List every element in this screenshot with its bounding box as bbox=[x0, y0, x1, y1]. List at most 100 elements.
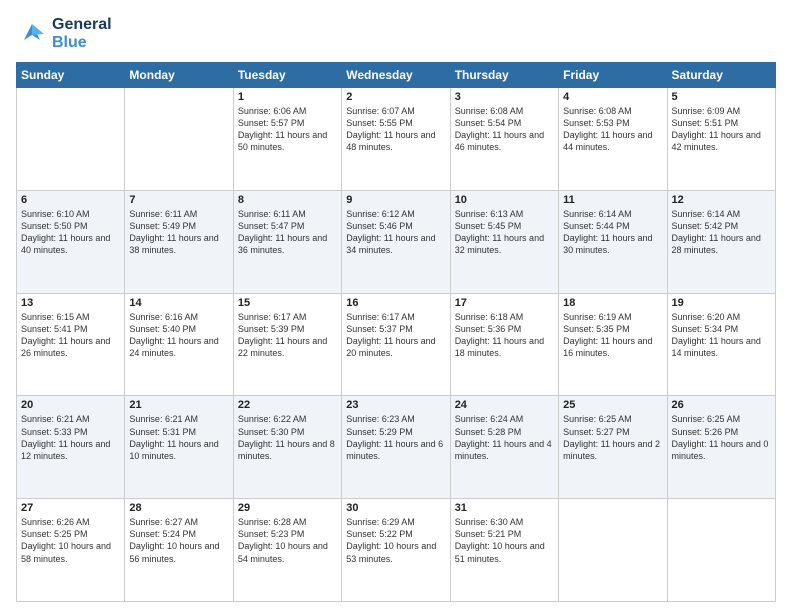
day-number: 23 bbox=[346, 399, 445, 411]
calendar-cell: 10 Sunrise: 6:13 AMSunset: 5:45 PMDayligh… bbox=[450, 190, 558, 293]
cell-details: Sunrise: 6:29 AMSunset: 5:22 PMDaylight:… bbox=[346, 516, 445, 565]
calendar-week-2: 6 Sunrise: 6:10 AMSunset: 5:50 PMDaylight… bbox=[17, 190, 776, 293]
calendar-cell: 20 Sunrise: 6:21 AMSunset: 5:33 PMDayligh… bbox=[17, 396, 125, 499]
calendar-table: SundayMondayTuesdayWednesdayThursdayFrid… bbox=[16, 62, 776, 602]
calendar-cell: 12 Sunrise: 6:14 AMSunset: 5:42 PMDayligh… bbox=[667, 190, 775, 293]
calendar-cell: 15 Sunrise: 6:17 AMSunset: 5:39 PMDayligh… bbox=[233, 293, 341, 396]
calendar-cell: 26 Sunrise: 6:25 AMSunset: 5:26 PMDayligh… bbox=[667, 396, 775, 499]
calendar-week-4: 20 Sunrise: 6:21 AMSunset: 5:33 PMDayligh… bbox=[17, 396, 776, 499]
cell-details: Sunrise: 6:17 AMSunset: 5:37 PMDaylight:… bbox=[346, 311, 445, 360]
calendar-week-1: 1Sunrise: 6:06 AMSunset: 5:57 PMDaylight… bbox=[17, 88, 776, 191]
calendar-cell: 16 Sunrise: 6:17 AMSunset: 5:37 PMDayligh… bbox=[342, 293, 450, 396]
calendar-cell: 19 Sunrise: 6:20 AMSunset: 5:34 PMDayligh… bbox=[667, 293, 775, 396]
day-number: 17 bbox=[455, 297, 554, 309]
cell-details: Sunrise: 6:22 AMSunset: 5:30 PMDaylight:… bbox=[238, 413, 337, 462]
cell-details: Sunrise: 6:17 AMSunset: 5:39 PMDaylight:… bbox=[238, 311, 337, 360]
day-number: 3 bbox=[455, 91, 554, 103]
day-number: 5 bbox=[672, 91, 771, 103]
calendar-week-5: 27 Sunrise: 6:26 AMSunset: 5:25 PMDayligh… bbox=[17, 499, 776, 602]
cell-details: Sunrise: 6:10 AMSunset: 5:50 PMDaylight:… bbox=[21, 208, 120, 257]
logo: General Blue bbox=[16, 16, 112, 52]
cell-details: Sunrise: 6:28 AMSunset: 5:23 PMDaylight:… bbox=[238, 516, 337, 565]
page: General Blue SundayMondayTuesdayWednesda… bbox=[0, 0, 792, 612]
cell-details: Sunrise: 6:26 AMSunset: 5:25 PMDaylight:… bbox=[21, 516, 120, 565]
calendar-cell: 6 Sunrise: 6:10 AMSunset: 5:50 PMDaylight… bbox=[17, 190, 125, 293]
day-number: 16 bbox=[346, 297, 445, 309]
calendar-header-saturday: Saturday bbox=[667, 63, 775, 88]
day-number: 19 bbox=[672, 297, 771, 309]
cell-details: Sunrise: 6:14 AMSunset: 5:42 PMDaylight:… bbox=[672, 208, 771, 257]
cell-details: Sunrise: 6:24 AMSunset: 5:28 PMDaylight:… bbox=[455, 413, 554, 462]
cell-details: Sunrise: 6:16 AMSunset: 5:40 PMDaylight:… bbox=[129, 311, 228, 360]
day-number: 31 bbox=[455, 502, 554, 514]
day-number: 30 bbox=[346, 502, 445, 514]
header: General Blue bbox=[16, 16, 776, 52]
day-number: 29 bbox=[238, 502, 337, 514]
day-number: 14 bbox=[129, 297, 228, 309]
calendar-cell: 29 Sunrise: 6:28 AMSunset: 5:23 PMDayligh… bbox=[233, 499, 341, 602]
cell-details: Sunrise: 6:21 AMSunset: 5:31 PMDaylight:… bbox=[129, 413, 228, 462]
calendar-header-row: SundayMondayTuesdayWednesdayThursdayFrid… bbox=[17, 63, 776, 88]
cell-details: Sunrise: 6:25 AMSunset: 5:27 PMDaylight:… bbox=[563, 413, 662, 462]
cell-details: Sunrise: 6:23 AMSunset: 5:29 PMDaylight:… bbox=[346, 413, 445, 462]
day-number: 1 bbox=[238, 91, 337, 103]
cell-details: Sunrise: 6:13 AMSunset: 5:45 PMDaylight:… bbox=[455, 208, 554, 257]
calendar-cell: 9Sunrise: 6:12 AMSunset: 5:46 PMDaylight… bbox=[342, 190, 450, 293]
cell-details: Sunrise: 6:21 AMSunset: 5:33 PMDaylight:… bbox=[21, 413, 120, 462]
day-number: 28 bbox=[129, 502, 228, 514]
calendar-cell: 5 Sunrise: 6:09 AMSunset: 5:51 PMDaylight… bbox=[667, 88, 775, 191]
day-number: 15 bbox=[238, 297, 337, 309]
cell-details: Sunrise: 6:11 AMSunset: 5:47 PMDaylight:… bbox=[238, 208, 337, 257]
day-number: 25 bbox=[563, 399, 662, 411]
cell-details: Sunrise: 6:15 AMSunset: 5:41 PMDaylight:… bbox=[21, 311, 120, 360]
calendar-cell: 18Sunrise: 6:19 AMSunset: 5:35 PMDayligh… bbox=[559, 293, 667, 396]
day-number: 26 bbox=[672, 399, 771, 411]
cell-details: Sunrise: 6:20 AMSunset: 5:34 PMDaylight:… bbox=[672, 311, 771, 360]
day-number: 2 bbox=[346, 91, 445, 103]
calendar-cell: 25 Sunrise: 6:25 AMSunset: 5:27 PMDayligh… bbox=[559, 396, 667, 499]
day-number: 7 bbox=[129, 194, 228, 206]
calendar-cell: 21 Sunrise: 6:21 AMSunset: 5:31 PMDayligh… bbox=[125, 396, 233, 499]
day-number: 21 bbox=[129, 399, 228, 411]
calendar-header-friday: Friday bbox=[559, 63, 667, 88]
calendar-header-monday: Monday bbox=[125, 63, 233, 88]
calendar-header-thursday: Thursday bbox=[450, 63, 558, 88]
calendar-cell: 14 Sunrise: 6:16 AMSunset: 5:40 PMDayligh… bbox=[125, 293, 233, 396]
calendar-cell: 24 Sunrise: 6:24 AMSunset: 5:28 PMDayligh… bbox=[450, 396, 558, 499]
day-number: 24 bbox=[455, 399, 554, 411]
calendar-cell: 17Sunrise: 6:18 AMSunset: 5:36 PMDayligh… bbox=[450, 293, 558, 396]
day-number: 18 bbox=[563, 297, 662, 309]
day-number: 22 bbox=[238, 399, 337, 411]
calendar-cell bbox=[667, 499, 775, 602]
calendar-cell: 27 Sunrise: 6:26 AMSunset: 5:25 PMDayligh… bbox=[17, 499, 125, 602]
calendar-header-wednesday: Wednesday bbox=[342, 63, 450, 88]
logo-text: General Blue bbox=[52, 16, 112, 52]
day-number: 8 bbox=[238, 194, 337, 206]
day-number: 27 bbox=[21, 502, 120, 514]
cell-details: Sunrise: 6:08 AMSunset: 5:54 PMDaylight:… bbox=[455, 105, 554, 154]
calendar-cell: 31 Sunrise: 6:30 AMSunset: 5:21 PMDayligh… bbox=[450, 499, 558, 602]
calendar-cell bbox=[559, 499, 667, 602]
calendar-cell bbox=[17, 88, 125, 191]
cell-details: Sunrise: 6:08 AMSunset: 5:53 PMDaylight:… bbox=[563, 105, 662, 154]
day-number: 13 bbox=[21, 297, 120, 309]
calendar-cell: 11Sunrise: 6:14 AMSunset: 5:44 PMDayligh… bbox=[559, 190, 667, 293]
cell-details: Sunrise: 6:07 AMSunset: 5:55 PMDaylight:… bbox=[346, 105, 445, 154]
day-number: 20 bbox=[21, 399, 120, 411]
day-number: 6 bbox=[21, 194, 120, 206]
day-number: 11 bbox=[563, 194, 662, 206]
day-number: 10 bbox=[455, 194, 554, 206]
calendar-cell: 4Sunrise: 6:08 AMSunset: 5:53 PMDaylight… bbox=[559, 88, 667, 191]
calendar-header-tuesday: Tuesday bbox=[233, 63, 341, 88]
calendar-cell: 22 Sunrise: 6:22 AMSunset: 5:30 PMDayligh… bbox=[233, 396, 341, 499]
calendar-cell: 30 Sunrise: 6:29 AMSunset: 5:22 PMDayligh… bbox=[342, 499, 450, 602]
cell-details: Sunrise: 6:27 AMSunset: 5:24 PMDaylight:… bbox=[129, 516, 228, 565]
calendar-cell bbox=[125, 88, 233, 191]
calendar-cell: 13 Sunrise: 6:15 AMSunset: 5:41 PMDayligh… bbox=[17, 293, 125, 396]
cell-details: Sunrise: 6:09 AMSunset: 5:51 PMDaylight:… bbox=[672, 105, 771, 154]
calendar-cell: 2 Sunrise: 6:07 AMSunset: 5:55 PMDaylight… bbox=[342, 88, 450, 191]
calendar-header-sunday: Sunday bbox=[17, 63, 125, 88]
cell-details: Sunrise: 6:25 AMSunset: 5:26 PMDaylight:… bbox=[672, 413, 771, 462]
day-number: 12 bbox=[672, 194, 771, 206]
cell-details: Sunrise: 6:30 AMSunset: 5:21 PMDaylight:… bbox=[455, 516, 554, 565]
